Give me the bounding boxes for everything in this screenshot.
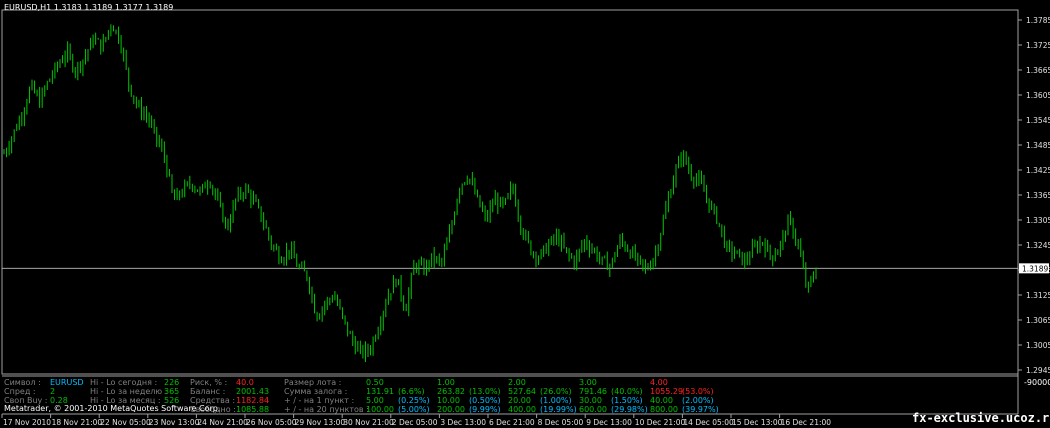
lot-size: 0.50: [366, 378, 384, 387]
info-value: 40.0: [236, 378, 254, 387]
info-label: Риск, % :: [190, 378, 228, 387]
time-tick-label: 14 Dec 05:00: [683, 418, 734, 427]
info-label: Сумма залога :: [284, 387, 348, 396]
info-label: Баланс :: [190, 387, 226, 396]
lot-20pt-value: 400.00: [508, 405, 536, 414]
time-tick-label: 18 Nov 21:00: [52, 418, 103, 427]
lot-20pt-value: 800.00: [650, 405, 678, 414]
lot-margin: 263.82: [437, 387, 465, 396]
price-tick-label: 1.3665: [1026, 66, 1050, 75]
lot-20pt-value: 600.00: [579, 405, 607, 414]
info-label: Символ :: [4, 378, 41, 387]
lot-margin-pct: (26.0%): [540, 387, 572, 396]
info-label: + / - на 20 пунктов :: [284, 405, 369, 414]
lot-size: 2.00: [508, 378, 526, 387]
time-tick-label: 15 Dec 13:00: [732, 418, 783, 427]
lot-point-value: 30.00: [579, 396, 602, 405]
time-tick-label: 9 Dec 13:00: [586, 418, 632, 427]
time-tick-label: 17 Nov 2010: [3, 418, 51, 427]
price-tick-label: 1.3365: [1026, 191, 1050, 200]
chart-title: EURUSD,H1 1.3183 1.3189 1.3177 1.3189: [4, 3, 174, 12]
time-tick-label: 16 Dec 21:00: [781, 418, 832, 427]
info-label: Hi - Lo за неделю :: [90, 387, 168, 396]
lot-point-pct: (1.00%): [540, 396, 572, 405]
lot-point-value: 40.00: [650, 396, 673, 405]
lot-margin-pct: (53.0%): [682, 387, 714, 396]
lot-size: 4.00: [650, 378, 668, 387]
time-tick-label: 8 Dec 05:00: [538, 418, 584, 427]
current-price-label: 1.3189: [1022, 264, 1048, 273]
lot-20pt-pct: (19.99%): [540, 405, 577, 414]
lot-point-pct: (0.25%): [398, 396, 430, 405]
lot-margin-pct: (13.0%): [469, 387, 501, 396]
price-tick-label: 1.3485: [1026, 141, 1050, 150]
lot-point-value: 10.00: [437, 396, 460, 405]
info-value: 365: [164, 387, 180, 396]
price-tick-label: 1.3605: [1026, 91, 1050, 100]
price-tick-label: 1.3425: [1026, 166, 1050, 175]
info-value: 1085.88: [236, 405, 270, 414]
lot-margin: 527.64: [508, 387, 536, 396]
price-chart[interactable]: 1.3785 1.3725 1.3665 1.3605 1.3545 1.3485 1.34…: [0, 0, 1050, 428]
lot-point-pct: (2.00%): [682, 396, 714, 405]
lot-size: 3.00: [579, 378, 597, 387]
price-tick-label: 1.3725: [1026, 41, 1050, 50]
lot-20pt-value: 200.00: [437, 405, 465, 414]
info-label: Размер лота :: [284, 378, 342, 387]
lot-point-value: 20.00: [508, 396, 531, 405]
price-tick-label: 1.3005: [1026, 341, 1050, 350]
time-tick-label: 22 Nov 05:00: [100, 418, 151, 427]
lot-point-pct: (0.50%): [469, 396, 501, 405]
copyright-text: Metatrader, © 2001-2010 MetaQuotes Softw…: [4, 404, 221, 413]
lot-20pt-pct: (39.97%): [682, 405, 719, 414]
time-tick-label: 10 Dec 21:00: [635, 418, 686, 427]
lot-margin: 791.46: [579, 387, 607, 396]
lot-margin: 131.91: [366, 387, 394, 396]
price-tick-label: 1.3305: [1026, 216, 1050, 225]
lot-20pt-pct: (9.99%): [469, 405, 501, 414]
time-tick-label: 3 Dec 13:00: [440, 418, 486, 427]
info-value: 1182.84: [236, 396, 270, 405]
lot-20pt-pct: (5.00%): [398, 405, 430, 414]
price-tick-label: 1.3785: [1026, 16, 1050, 25]
price-tick-label: 1.3065: [1026, 316, 1050, 325]
chart-frame: [1, 9, 1019, 375]
time-tick-label: 24 Nov 21:00: [197, 418, 248, 427]
candles: [3, 24, 817, 363]
lot-margin-pct: (6.6%): [398, 387, 425, 396]
time-tick-label: 23 Nov 13:00: [149, 418, 200, 427]
lot-20pt-value: 100.00: [366, 405, 394, 414]
time-tick-label: 30 Nov 21:00: [343, 418, 394, 427]
price-tick-label: 1.3245: [1026, 241, 1050, 250]
lot-margin: 1055.29: [650, 387, 684, 396]
indicator-scale-label: -900000: [1024, 378, 1050, 387]
lot-20pt-pct: (29.98%): [611, 405, 648, 414]
info-label: Hi - Lo сегодня :: [90, 378, 158, 387]
lot-point-value: 5.00: [366, 396, 384, 405]
info-value: 2001.43: [236, 387, 270, 396]
info-value: EURUSD: [50, 378, 84, 387]
lot-size: 1.00: [437, 378, 455, 387]
time-tick-label: 6 Dec 21:00: [489, 418, 535, 427]
time-tick-label: 2 Dec 05:00: [392, 418, 438, 427]
price-tick-label: 1.3125: [1026, 291, 1050, 300]
time-tick-label: 29 Nov 13:00: [295, 418, 346, 427]
info-label: Спред :: [4, 387, 36, 396]
info-value: 226: [164, 378, 180, 387]
time-tick-label: 26 Nov 05:00: [246, 418, 297, 427]
info-value: 2: [50, 387, 56, 396]
watermark-text: fx-exclusive.ucoz.ru: [912, 411, 1050, 425]
price-tick-label: 1.3545: [1026, 116, 1050, 125]
price-tick-label: 1.2945: [1026, 366, 1050, 375]
lot-margin-pct: (40.0%): [611, 387, 643, 396]
info-label: + / - на 1 пункт :: [284, 396, 355, 405]
lot-point-pct: (1.50%): [611, 396, 643, 405]
